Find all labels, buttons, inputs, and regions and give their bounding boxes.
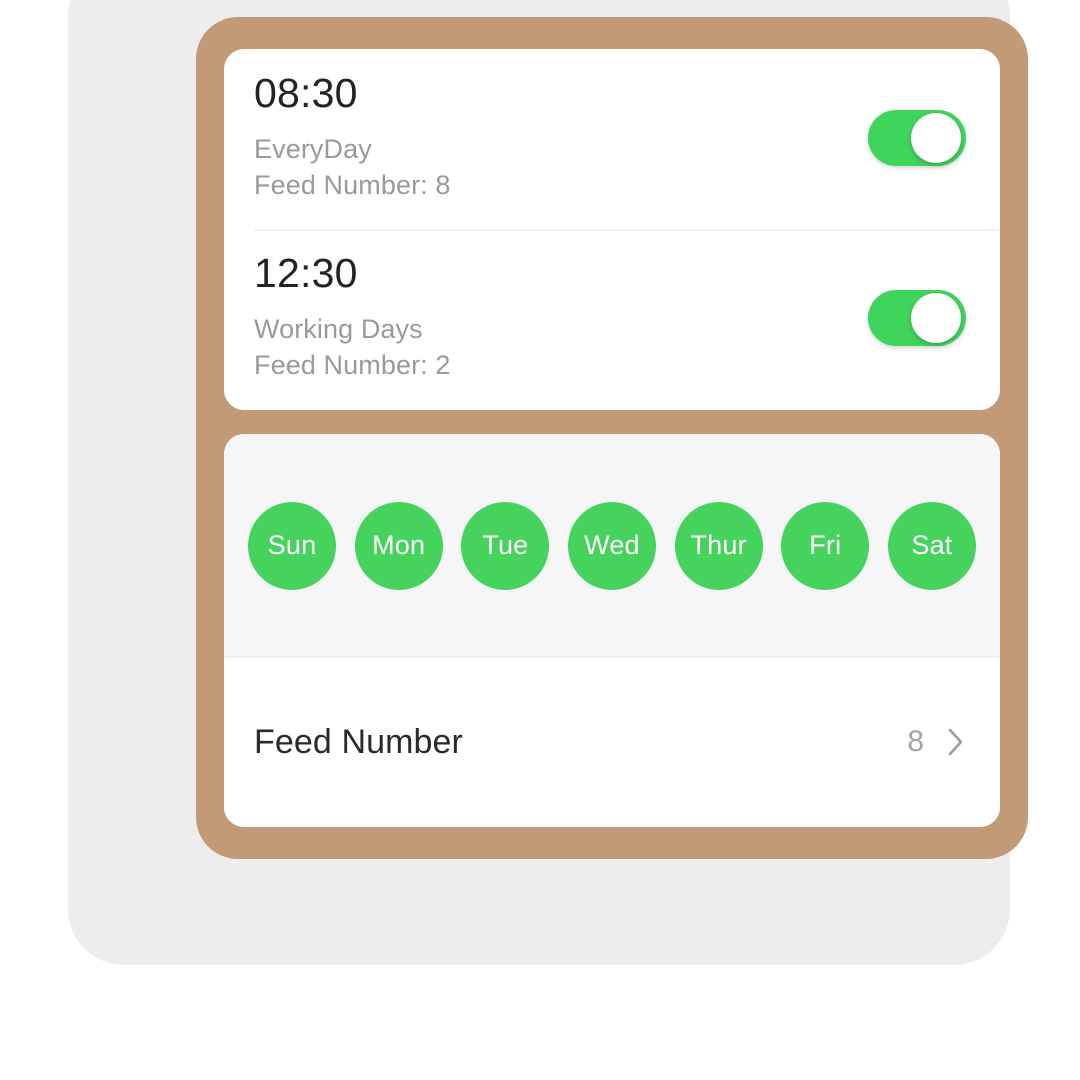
day-chip-fri[interactable]: Fri — [781, 501, 870, 590]
day-chip-sun[interactable]: Sun — [248, 501, 336, 590]
alarm-repeat: EveryDay — [254, 134, 372, 164]
alarm-row[interactable]: 12:30 Working Days Feed Number: 2 — [224, 229, 1000, 409]
alarm-info: 12:30 Working Days Feed Number: 2 — [254, 253, 451, 383]
alarm-time: 12:30 — [254, 250, 358, 297]
toggle-knob — [911, 113, 961, 164]
device-screen-panel: 08:30 EveryDay Feed Number: 8 12:30 Work… — [68, 0, 1028, 965]
alarm-feed-number: Feed Number: 8 — [254, 169, 451, 200]
feed-number-value: 8 — [907, 725, 924, 759]
feed-number-row[interactable]: Feed Number 8 — [224, 655, 1000, 827]
alarm-toggle[interactable] — [868, 110, 966, 167]
alarm-list-card: 08:30 EveryDay Feed Number: 8 12:30 Work… — [224, 49, 1000, 410]
alarm-time: 08:30 — [254, 70, 358, 116]
toggle-knob — [911, 293, 961, 344]
alarm-row[interactable]: 08:30 EveryDay Feed Number: 8 — [224, 49, 1000, 229]
alarm-toggle[interactable] — [868, 290, 966, 347]
schedule-card: Sun Mon Tue Wed Thur Fri Sat Feed Number… — [224, 433, 1000, 827]
feed-number-label: Feed Number — [254, 722, 463, 761]
alarm-info: 08:30 EveryDay Feed Number: 8 — [254, 73, 451, 203]
day-chip-tue[interactable]: Tue — [461, 501, 550, 590]
day-chip-mon[interactable]: Mon — [354, 501, 443, 590]
day-chip-thur[interactable]: Thur — [674, 501, 763, 590]
day-selector: Sun Mon Tue Wed Thur Fri Sat — [224, 433, 1000, 656]
chevron-right-icon — [948, 728, 963, 756]
settings-frame: 08:30 EveryDay Feed Number: 8 12:30 Work… — [196, 17, 1028, 859]
day-chip-sat[interactable]: Sat — [887, 501, 976, 590]
feed-number-value-group: 8 — [907, 725, 966, 759]
day-chip-wed[interactable]: Wed — [567, 501, 656, 590]
alarm-feed-number: Feed Number: 2 — [254, 349, 451, 380]
alarm-repeat: Working Days — [254, 314, 423, 345]
